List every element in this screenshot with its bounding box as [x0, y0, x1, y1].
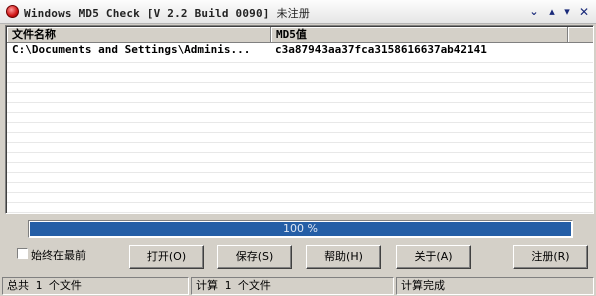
- status-state: 计算完成: [396, 277, 594, 295]
- table-row[interactable]: C:\Documents and Settings\Adminis... c3a…: [7, 43, 593, 57]
- title-bar[interactable]: Windows MD5 Check [V 2.2 Build 0090] 未注册…: [0, 0, 596, 24]
- roll-up-icon[interactable]: ▴: [545, 5, 559, 19]
- window-title: Windows MD5 Check [V 2.2 Build 0090] 未注册: [24, 5, 310, 21]
- file-list[interactable]: 文件名称 MD5值 C:\Documents and Settings\Admi…: [5, 25, 594, 214]
- always-on-top-label[interactable]: 始终在最前: [31, 247, 86, 263]
- column-header-empty[interactable]: [568, 27, 593, 43]
- main-window: Windows MD5 Check [V 2.2 Build 0090] 未注册…: [0, 0, 596, 296]
- progress-bar: 100 %: [28, 220, 573, 238]
- save-button[interactable]: 保存(S): [217, 245, 292, 269]
- register-button[interactable]: 注册(R): [513, 245, 588, 269]
- help-button[interactable]: 帮助(H): [306, 245, 381, 269]
- file-path-cell: C:\Documents and Settings\Adminis...: [12, 43, 251, 56]
- list-body[interactable]: C:\Documents and Settings\Adminis... c3a…: [7, 43, 593, 213]
- roll-down-icon[interactable]: ▾: [560, 5, 574, 19]
- window-title-main: Windows MD5 Check [V 2.2 Build 0090]: [24, 7, 270, 20]
- always-on-top-checkbox[interactable]: [17, 248, 28, 259]
- about-button[interactable]: 关于(A): [396, 245, 471, 269]
- window-title-suffix: 未注册: [276, 7, 311, 20]
- status-computed-files: 计算 1 个文件: [191, 277, 394, 295]
- status-bar: 总共 1 个文件 计算 1 个文件 计算完成: [0, 276, 596, 296]
- minimize-icon[interactable]: ⌄: [527, 5, 541, 19]
- close-icon[interactable]: ✕: [577, 5, 591, 19]
- column-header-filename[interactable]: 文件名称: [7, 27, 271, 43]
- progress-text: 100 %: [283, 222, 318, 235]
- open-button[interactable]: 打开(O): [129, 245, 204, 269]
- md5-value-cell: c3a87943aa37fca3158616637ab42141: [275, 43, 487, 56]
- status-total-files: 总共 1 个文件: [2, 277, 189, 295]
- list-header: 文件名称 MD5值: [7, 27, 593, 43]
- column-header-md5[interactable]: MD5值: [271, 27, 568, 43]
- app-icon: [6, 5, 19, 18]
